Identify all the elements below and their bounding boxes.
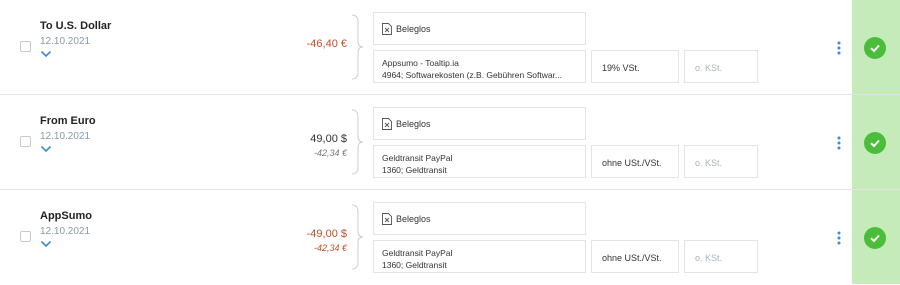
transaction-row[interactable]: AppSumo 12.10.2021 -49,00 $ -42,34 € Bel… xyxy=(0,190,900,284)
account-number: 4964; Softwarekosten (z.B. Gebühren Soft… xyxy=(382,70,563,80)
status-cell xyxy=(852,0,900,94)
receipt-box[interactable]: Beleglos xyxy=(373,107,586,140)
account-name: Geldtransit PayPal xyxy=(382,248,453,258)
receipt-label: Beleglos xyxy=(396,214,431,224)
cost-center-field[interactable]: o. KSt. xyxy=(684,145,758,178)
check-icon[interactable] xyxy=(864,132,886,154)
check-icon[interactable] xyxy=(864,37,886,59)
transaction-title: AppSumo xyxy=(40,210,92,222)
account-number: 1360; Geldtransit xyxy=(382,165,447,175)
transaction-amount: 49,00 $ xyxy=(310,133,347,145)
receipt-box[interactable]: Beleglos xyxy=(373,12,586,45)
row-checkbox[interactable] xyxy=(20,231,31,242)
status-cell xyxy=(852,190,900,284)
cost-center-field[interactable]: o. KSt. xyxy=(684,50,758,83)
account-name: Appsumo - Toaltip.ia xyxy=(382,58,459,68)
transaction-date: 12.10.2021 xyxy=(40,131,91,142)
chevron-down-icon[interactable] xyxy=(40,240,52,248)
tax-field[interactable]: ohne USt./VSt. xyxy=(591,240,679,273)
cost-center-field[interactable]: o. KSt. xyxy=(684,240,758,273)
more-options-icon[interactable] xyxy=(837,136,841,150)
receipt-label: Beleglos xyxy=(396,119,431,129)
account-field[interactable]: Geldtransit PayPal 1360; Geldtransit xyxy=(373,240,586,273)
document-icon xyxy=(382,23,392,35)
row-checkbox[interactable] xyxy=(20,41,31,52)
receipt-box[interactable]: Beleglos xyxy=(373,202,586,235)
account-number: 1360; Geldtransit xyxy=(382,260,447,270)
transaction-date: 12.10.2021 xyxy=(40,226,91,237)
transaction-title: To U.S. Dollar xyxy=(40,20,112,32)
more-options-icon[interactable] xyxy=(837,231,841,245)
status-cell xyxy=(852,95,900,189)
document-icon xyxy=(382,118,392,130)
row-checkbox[interactable] xyxy=(20,136,31,147)
tax-field[interactable]: 19% VSt. xyxy=(591,50,679,83)
more-options-icon[interactable] xyxy=(837,41,841,55)
chevron-down-icon[interactable] xyxy=(40,145,52,153)
document-icon xyxy=(382,213,392,225)
transaction-amount: -46,40 € xyxy=(306,38,347,50)
transaction-row[interactable]: To U.S. Dollar 12.10.2021 -46,40 € Beleg… xyxy=(0,0,900,95)
tax-field[interactable]: ohne USt./VSt. xyxy=(591,145,679,178)
chevron-down-icon[interactable] xyxy=(40,50,52,58)
account-field[interactable]: Geldtransit PayPal 1360; Geldtransit xyxy=(373,145,586,178)
brace-connector xyxy=(351,109,363,175)
brace-connector xyxy=(351,14,363,80)
receipt-label: Beleglos xyxy=(396,24,431,34)
transaction-amount: -49,00 $ xyxy=(306,228,347,240)
account-name: Geldtransit PayPal xyxy=(382,153,453,163)
transaction-date: 12.10.2021 xyxy=(40,36,91,47)
check-icon[interactable] xyxy=(864,227,886,249)
account-field[interactable]: Appsumo - Toaltip.ia 4964; Softwarekoste… xyxy=(373,50,586,83)
transaction-amount-secondary: -42,34 € xyxy=(313,148,347,158)
transaction-title: From Euro xyxy=(40,115,96,127)
brace-connector xyxy=(351,204,363,270)
transaction-row[interactable]: From Euro 12.10.2021 49,00 $ -42,34 € Be… xyxy=(0,95,900,190)
transaction-amount-secondary: -42,34 € xyxy=(313,243,347,253)
